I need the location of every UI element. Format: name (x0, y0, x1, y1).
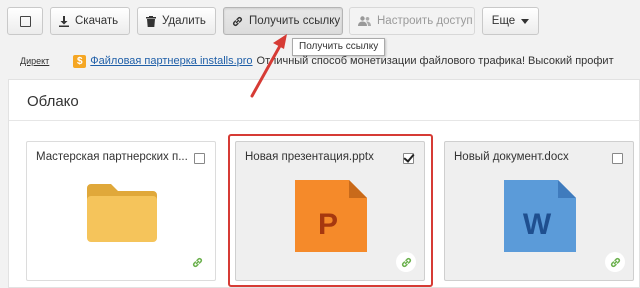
users-icon (358, 16, 371, 26)
delete-button[interactable]: Удалить (137, 7, 216, 35)
divider (9, 120, 640, 121)
docx-file-icon: W (504, 180, 576, 257)
page-title: Облако (27, 93, 79, 110)
file-checkbox[interactable] (612, 153, 623, 164)
file-name: Мастерская партнерских п... (36, 151, 188, 163)
highlight-box (228, 134, 433, 287)
download-icon (59, 15, 69, 27)
more-label: Еще (491, 15, 516, 27)
share-access-label: Настроить доступ (377, 15, 473, 27)
trash-icon (146, 15, 156, 27)
download-label: Скачать (75, 15, 119, 27)
ad-link[interactable]: Файловая партнерка installs.pro (90, 55, 252, 67)
dollar-icon: $ (73, 54, 87, 68)
get-link-button[interactable]: Получить ссылку (223, 7, 343, 35)
link-icon (232, 16, 243, 27)
share-access-button[interactable]: Настроить доступ (349, 7, 475, 35)
file-card-docx[interactable]: Новый документ.docx W (444, 141, 634, 281)
caret-down-icon (521, 18, 530, 24)
more-dropdown-button[interactable]: Еще (482, 7, 539, 35)
file-name: Новый документ.docx (454, 151, 569, 163)
share-link-icon[interactable] (605, 252, 625, 272)
docx-letter: W (523, 208, 552, 241)
file-checkbox[interactable] (194, 153, 205, 164)
delete-label: Удалить (162, 15, 206, 27)
direct-label[interactable]: Директ (20, 56, 49, 66)
folder-icon (85, 180, 159, 249)
ad-text: Отличный способ монетизации файлового тр… (256, 55, 614, 67)
ad-banner: Директ $ Файловая партнерка installs.pro… (20, 52, 614, 70)
file-card-folder[interactable]: Мастерская партнерских п... (26, 141, 216, 281)
get-link-label: Получить ссылку (249, 15, 341, 27)
select-all-button[interactable] (7, 7, 43, 35)
share-link-icon[interactable] (189, 254, 205, 270)
checkbox-icon (19, 15, 31, 27)
download-button[interactable]: Скачать (50, 7, 130, 35)
